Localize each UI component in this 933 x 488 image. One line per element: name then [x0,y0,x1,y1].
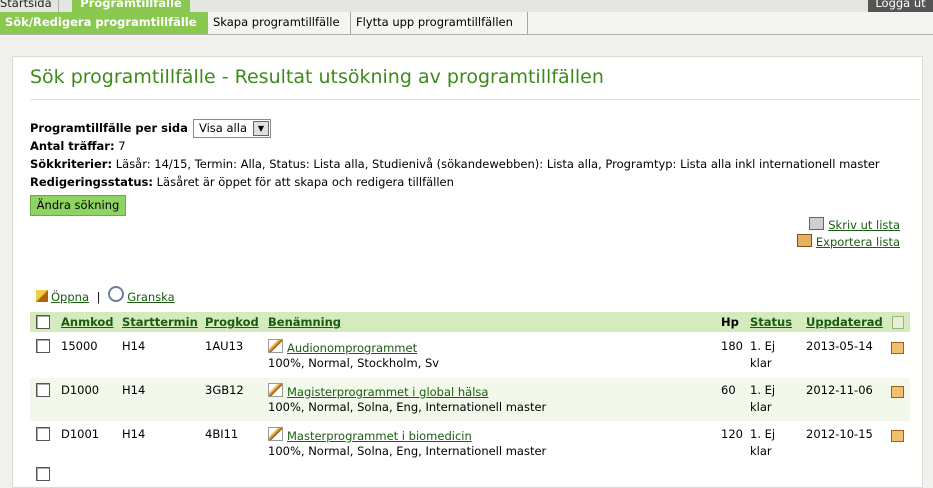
cell-status-line1: 1. Ej [750,339,776,353]
edit-icon[interactable] [268,339,283,353]
print-list-text[interactable]: Skriv ut lista [828,218,900,232]
edit-status-row: Redigeringsstatus: Läsåret är öppet för … [30,175,454,189]
col-updated[interactable]: Uppdaterad [806,315,883,329]
cell-anmkod: D1001 [61,427,100,441]
select-all-checkbox[interactable] [36,315,50,329]
cell-progkod: 4BI11 [205,427,239,441]
cell-starttermin: H14 [122,427,146,441]
row-checkbox[interactable] [36,427,50,441]
export-list-link[interactable]: Exportera lista [796,234,900,249]
cell-starttermin: H14 [122,383,146,397]
tab-create[interactable]: Skapa programtillfälle [208,12,351,34]
cell-details: 100%, Normal, Stockholm, Sv [268,356,440,370]
cell-status-line2: klar [750,444,772,458]
chevron-down-icon[interactable]: ▼ [253,121,269,136]
copy-icon[interactable] [891,430,904,442]
cell-hp: 60 [721,383,736,397]
cell-hp: 120 [721,427,743,441]
cell-starttermin: H14 [122,339,146,353]
cell-updated: 2013-05-14 [806,339,873,353]
table-header: Anmkod Starttermin Progkod Benämning Hp … [30,312,910,332]
cell-anmkod: 15000 [61,339,98,353]
trash-icon[interactable] [892,316,904,329]
cell-name: Audionomprogrammet [268,339,417,355]
table-row: 15000 H14 1AU13 Audionomprogrammet 100%,… [30,334,910,377]
col-starttermin[interactable]: Starttermin [122,315,198,329]
criteria-row: Sökkriterier: Läsår: 14/15, Termin: Alla… [30,157,880,171]
change-search-button[interactable]: Ändra sökning [30,195,126,216]
cell-updated: 2012-10-15 [806,427,873,441]
copy-icon[interactable] [891,342,904,354]
print-list-link[interactable]: Skriv ut lista [809,217,900,232]
program-link[interactable]: Audionomprogrammet [287,341,417,355]
cell-status-line2: klar [750,400,772,414]
cell-progkod: 1AU13 [205,339,244,353]
per-page-value: Visa alla [199,121,247,135]
printer-icon [809,217,825,230]
tab-programtillfalle[interactable]: Programtillfälle [72,0,190,12]
cell-details: 100%, Normal, Solna, Eng, Internationell… [268,400,547,414]
program-link[interactable]: Magisterprogrammet i global hälsa [287,385,488,399]
tab-move-up[interactable]: Flytta upp programtillfällen [351,12,528,34]
cell-updated: 2012-11-06 [806,383,873,397]
row-checkbox[interactable] [36,383,50,397]
per-page-select[interactable]: Visa alla ▼ [193,119,271,138]
tab-startsida[interactable]: Startsida [0,0,59,12]
cell-progkod: 3GB12 [205,383,244,397]
cell-anmkod: D1000 [61,383,100,397]
edit-status-label: Redigeringsstatus: [30,175,153,189]
open-link[interactable]: Öppna [51,290,89,304]
row-actions: Öppna | Granska [36,286,175,304]
edit-status-value: Läsåret är öppet för att skapa och redig… [156,175,454,189]
row-checkbox[interactable] [36,339,50,353]
cell-status-line2: klar [750,356,772,370]
criteria-value: Läsår: 14/15, Termin: Alla, Status: List… [115,157,880,171]
cell-status-line1: 1. Ej [750,427,776,441]
logout-button[interactable]: Logga ut [868,0,933,12]
per-page-label: Programtillfälle per sida [30,121,188,135]
copy-icon[interactable] [891,386,904,398]
col-benamning[interactable]: Benämning [268,315,341,329]
cell-name: Masterprogrammet i biomedicin [268,427,472,443]
table-row: D1001 H14 4BI11 Masterprogrammet i biome… [30,422,910,465]
export-list-text[interactable]: Exportera lista [816,235,900,249]
magnifier-icon [108,286,125,302]
cell-name: Magisterprogrammet i global hälsa [268,383,488,399]
row-checkbox[interactable] [36,467,50,481]
per-page-row: Programtillfälle per sida [30,121,188,135]
program-link[interactable]: Masterprogrammet i biomedicin [287,429,472,443]
separator: | [96,290,101,304]
hits-label: Antal träffar: [30,139,115,153]
cell-hp: 180 [721,339,743,353]
hits-row: Antal träffar: 7 [30,139,126,153]
review-link[interactable]: Granska [127,290,174,304]
col-anmkod[interactable]: Anmkod [61,315,114,329]
tab-search-edit[interactable]: Sök/Redigera programtillfälle [0,12,208,34]
edit-icon[interactable] [268,383,283,397]
col-status[interactable]: Status [750,315,792,329]
title-divider [30,99,920,100]
col-hp: Hp [721,315,739,329]
criteria-label: Sökkriterier: [30,157,113,171]
sub-navigation: Sök/Redigera programtillfälle Skapa prog… [0,12,933,35]
cell-details: 100%, Normal, Solna, Eng, Internationell… [268,444,547,458]
page-title: Sök programtillfälle - Resultat utsöknin… [30,66,604,88]
edit-icon[interactable] [268,427,283,441]
table-row: D1000 H14 3GB12 Magisterprogrammet i glo… [30,378,910,421]
edit-icon [36,290,48,302]
hits-value: 7 [118,139,126,153]
cell-status-line1: 1. Ej [750,383,776,397]
export-icon [796,234,812,247]
col-progkod[interactable]: Progkod [205,315,259,329]
